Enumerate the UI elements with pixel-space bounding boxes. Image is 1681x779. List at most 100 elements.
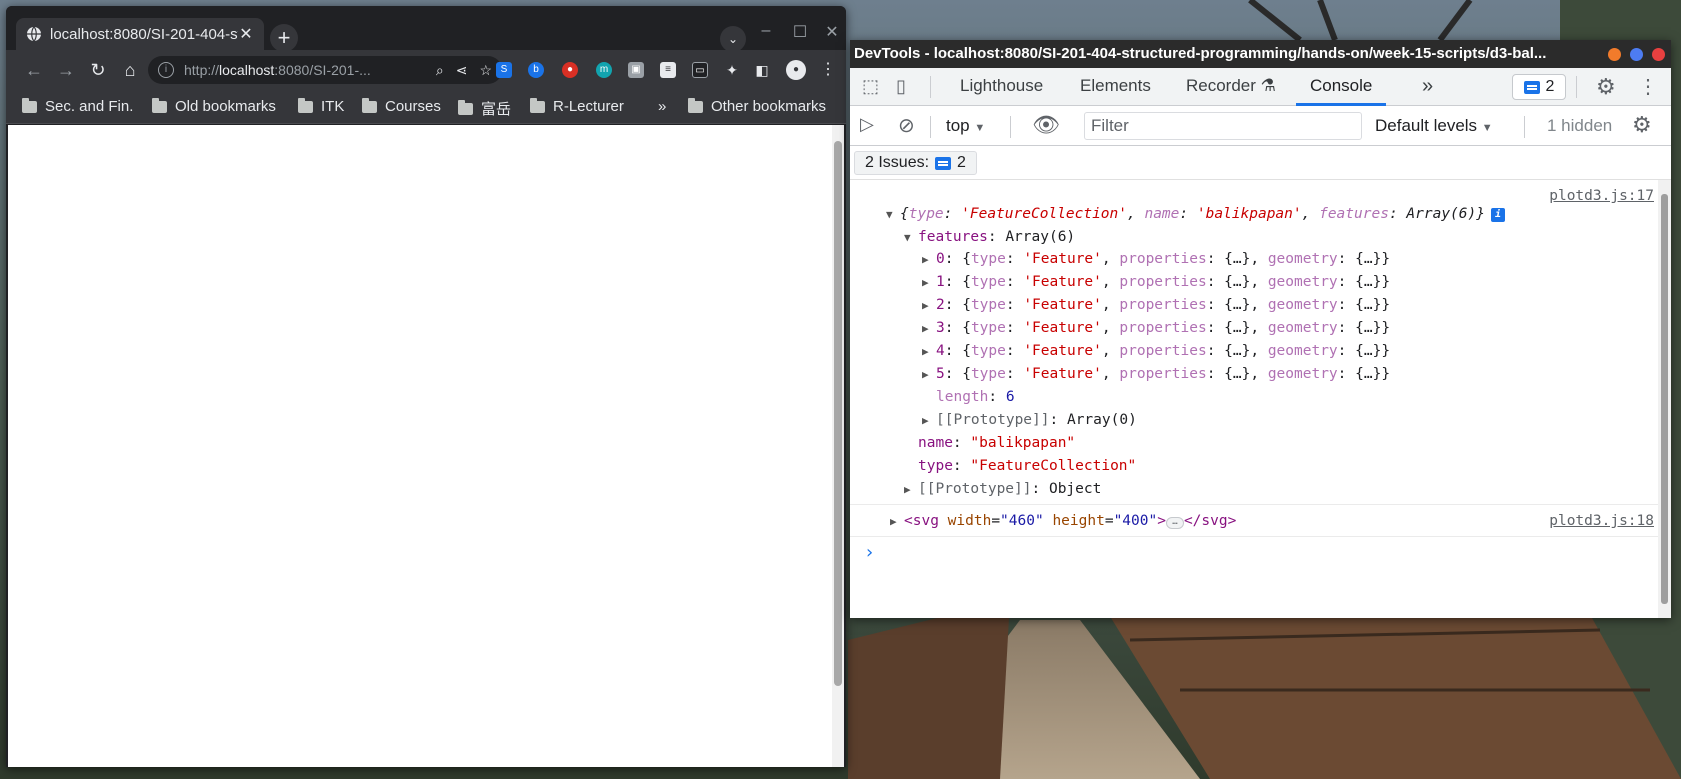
- issues-counter-button[interactable]: 2: [1512, 74, 1566, 100]
- clear-console-icon[interactable]: ⊘: [898, 113, 915, 138]
- console-prompt[interactable]: ›: [864, 542, 875, 563]
- extension-record-icon[interactable]: ●: [562, 62, 578, 78]
- feature-row[interactable]: ▶ 4: {type: 'Feature', properties: {…}, g…: [922, 343, 1390, 359]
- tab-lighthouse[interactable]: Lighthouse: [960, 68, 1043, 106]
- info-icon[interactable]: i: [1490, 208, 1505, 222]
- tab-elements[interactable]: Elements: [1080, 68, 1151, 106]
- collapsed-triangle-icon[interactable]: ▶: [922, 322, 936, 335]
- collapsed-triangle-icon[interactable]: ▶: [890, 515, 904, 528]
- inspect-element-icon[interactable]: ⬚: [862, 76, 879, 97]
- settings-gear-icon[interactable]: ⚙: [1596, 74, 1616, 100]
- feature-row[interactable]: ▶ 2: {type: 'Feature', properties: {…}, g…: [922, 297, 1390, 313]
- features-row[interactable]: ▼ features: Array(6): [904, 229, 1075, 245]
- tab-search-button[interactable]: ⌄: [720, 26, 746, 52]
- extension-m-icon[interactable]: m: [596, 62, 612, 78]
- close-dot-icon[interactable]: [1652, 48, 1665, 61]
- array-prototype-row[interactable]: ▶ [[Prototype]]: Array(0): [922, 412, 1137, 428]
- tab-title: localhost:8080/SI-201-404-structured-pro…: [50, 25, 238, 43]
- folder-icon: [362, 97, 377, 113]
- collapsed-triangle-icon[interactable]: ▶: [922, 276, 936, 289]
- svg-element-row[interactable]: ▶ <svg width="460" height="400">… </svg>: [890, 513, 1236, 529]
- bookmarks-overflow-button[interactable]: »: [658, 98, 666, 115]
- profile-avatar[interactable]: ●: [786, 60, 806, 80]
- devtools-menu-icon[interactable]: ⋮: [1638, 74, 1658, 99]
- site-info-icon[interactable]: i: [158, 62, 174, 78]
- console-scrollbar[interactable]: [1658, 180, 1671, 618]
- bookmark-folder[interactable]: 富岳: [458, 98, 511, 119]
- close-tab-icon[interactable]: ✕: [238, 24, 254, 44]
- feature-row[interactable]: ▶ 0: {type: 'Feature', properties: {…}, g…: [922, 251, 1390, 267]
- source-link[interactable]: plotd3.js:17: [1549, 188, 1654, 204]
- folder-icon: [152, 97, 167, 113]
- live-expression-eye-icon[interactable]: 👁: [1032, 112, 1060, 138]
- tab-console[interactable]: Console: [1296, 68, 1387, 106]
- zoom-icon[interactable]: ⌕: [436, 62, 444, 79]
- minimize-dot-icon[interactable]: [1608, 48, 1621, 61]
- issues-link-button[interactable]: 2 Issues: 2: [854, 151, 977, 175]
- extensions-puzzle-icon[interactable]: ✦: [724, 62, 740, 78]
- expanded-triangle-icon[interactable]: ▼: [904, 231, 918, 244]
- close-window-icon[interactable]: ✕: [822, 22, 842, 42]
- feature-row[interactable]: ▶ 5: {type: 'Feature', properties: {…}, g…: [922, 366, 1390, 382]
- maximize-icon[interactable]: ☐: [790, 22, 810, 42]
- bookmark-folder[interactable]: Courses: [362, 97, 441, 115]
- more-tabs-button[interactable]: »: [1422, 68, 1433, 106]
- tab-strip: localhost:8080/SI-201-404-structured-pro…: [6, 6, 846, 52]
- page-viewport[interactable]: [8, 125, 832, 767]
- collapsed-triangle-icon[interactable]: ▶: [922, 345, 936, 358]
- filter-input[interactable]: [1084, 112, 1362, 140]
- bookmark-folder[interactable]: ITK: [298, 97, 344, 115]
- extension-b-icon[interactable]: b: [528, 62, 544, 78]
- browser-tab[interactable]: localhost:8080/SI-201-404-structured-pro…: [16, 18, 264, 50]
- console-output[interactable]: plotd3.js:17 ▼ {type: 'FeatureCollection'…: [850, 180, 1658, 618]
- scrollbar-thumb[interactable]: [834, 141, 842, 686]
- tab-recorder[interactable]: Recorder ⚗: [1186, 68, 1276, 106]
- object-prototype-row[interactable]: ▶ [[Prototype]]: Object: [904, 481, 1101, 497]
- maximize-dot-icon[interactable]: [1630, 48, 1643, 61]
- back-button[interactable]: ←: [22, 58, 46, 82]
- collapsed-triangle-icon[interactable]: ▶: [904, 483, 918, 496]
- browser-menu-icon[interactable]: ⋮: [820, 62, 836, 78]
- separator: [1010, 116, 1011, 138]
- page-scrollbar[interactable]: [832, 125, 844, 767]
- forward-button[interactable]: →: [54, 58, 78, 82]
- console-settings-gear-icon[interactable]: ⚙: [1632, 112, 1652, 138]
- log-levels-dropdown[interactable]: Default levels ▼: [1375, 116, 1493, 136]
- side-panel-icon[interactable]: ◧: [754, 62, 770, 78]
- dropdown-arrow-icon: ▼: [974, 122, 986, 134]
- collapsed-children-ellipsis[interactable]: …: [1165, 517, 1184, 529]
- context-selector[interactable]: top ▼: [946, 116, 985, 136]
- console-toolbar: ▷ ⊘ top ▼ 👁 Default levels ▼ 1 hidden ⚙: [850, 106, 1671, 146]
- collapsed-triangle-icon[interactable]: ▶: [922, 414, 936, 427]
- home-button[interactable]: ⌂: [118, 58, 142, 82]
- bookmark-folder[interactable]: Old bookmarks: [152, 97, 276, 115]
- message-icon: [935, 156, 952, 170]
- object-summary-row[interactable]: ▼ {type: 'FeatureCollection', name: 'bali…: [886, 206, 1505, 222]
- other-bookmarks-folder[interactable]: Other bookmarks: [688, 97, 826, 115]
- bookmark-star-icon[interactable]: ☆: [479, 62, 492, 79]
- new-tab-button[interactable]: +: [270, 24, 298, 52]
- sidebar-toggle-icon[interactable]: ▷: [860, 114, 874, 135]
- dropdown-arrow-icon: ▼: [1481, 122, 1493, 134]
- share-icon[interactable]: ⋖: [456, 62, 468, 79]
- extension-s-icon[interactable]: S: [496, 62, 512, 78]
- bookmark-folder[interactable]: Sec. and Fin.: [22, 97, 133, 115]
- address-bar[interactable]: i http://localhost:8080/SI-201-... ⌕ ⋖ ☆: [148, 56, 502, 84]
- device-toolbar-icon[interactable]: ▯: [896, 76, 906, 97]
- bookmark-folder[interactable]: R-Lecturer: [530, 97, 624, 115]
- expanded-triangle-icon[interactable]: ▼: [886, 208, 900, 221]
- minimize-icon[interactable]: –: [756, 22, 776, 40]
- source-link[interactable]: plotd3.js:18: [1549, 513, 1654, 529]
- reload-button[interactable]: ↻: [86, 58, 110, 82]
- extension-image-icon[interactable]: ▣: [628, 62, 644, 78]
- issues-bar: 2 Issues: 2: [850, 146, 1671, 180]
- collapsed-triangle-icon[interactable]: ▶: [922, 368, 936, 381]
- feature-row[interactable]: ▶ 1: {type: 'Feature', properties: {…}, g…: [922, 274, 1390, 290]
- collapsed-triangle-icon[interactable]: ▶: [922, 299, 936, 312]
- feature-row[interactable]: ▶ 3: {type: 'Feature', properties: {…}, g…: [922, 320, 1390, 336]
- extension-doc-icon[interactable]: ≡: [660, 62, 676, 78]
- folder-icon: [530, 97, 545, 113]
- extension-terminal-icon[interactable]: ▭: [692, 62, 708, 78]
- collapsed-triangle-icon[interactable]: ▶: [922, 253, 936, 266]
- scrollbar-thumb[interactable]: [1661, 194, 1668, 604]
